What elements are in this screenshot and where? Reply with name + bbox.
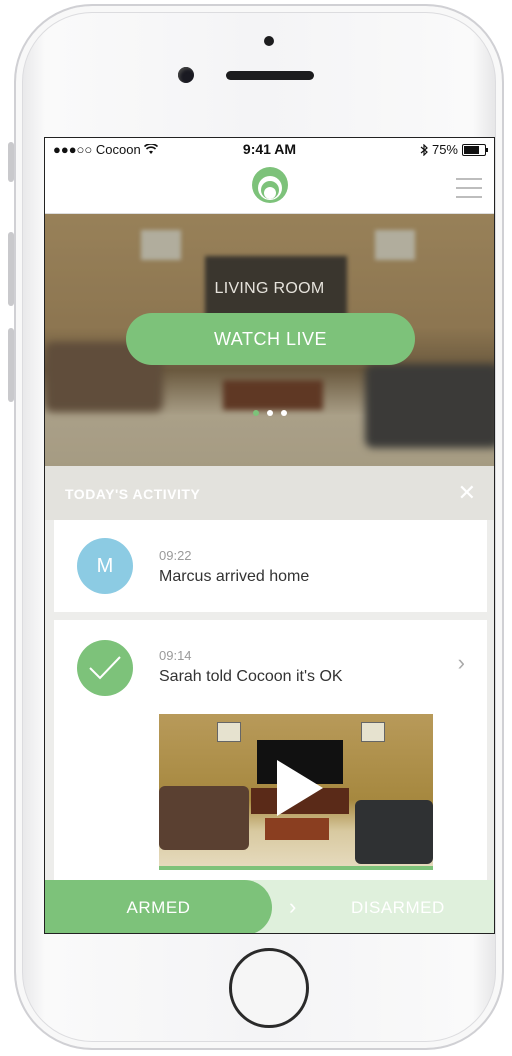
- activity-message: Marcus arrived home: [159, 568, 310, 585]
- activity-header: TODAY'S ACTIVITY ✕: [45, 466, 494, 520]
- status-bar: ●●●○○ Cocoon 9:41 AM 75%: [45, 138, 494, 160]
- volume-up-button: [8, 232, 14, 306]
- activity-time: 09:22: [159, 548, 192, 563]
- activity-message: Sarah told Cocoon it's OK: [159, 668, 343, 685]
- mute-switch: [8, 142, 14, 182]
- activity-item[interactable]: 09:14 Sarah told Cocoon it's OK ›: [54, 620, 487, 882]
- carousel-dot-3[interactable]: [280, 410, 287, 416]
- proximity-sensor: [264, 36, 274, 46]
- video-thumbnail[interactable]: [159, 714, 433, 870]
- earpiece-speaker: [226, 71, 314, 80]
- carousel-dot-2[interactable]: [266, 410, 273, 416]
- nav-bar: [45, 160, 494, 214]
- activity-item[interactable]: M 09:22 Marcus arrived home: [54, 520, 487, 612]
- chevron-right-icon[interactable]: ›: [458, 650, 465, 676]
- armed-button[interactable]: ARMED: [45, 880, 272, 933]
- check-avatar-icon: [77, 640, 133, 696]
- disarmed-button[interactable]: DISARMED: [351, 898, 445, 918]
- battery-indicator: 75%: [420, 142, 488, 157]
- chevron-right-icon: ›: [289, 894, 297, 919]
- play-icon[interactable]: [277, 760, 323, 816]
- cocoon-logo-icon: [252, 167, 288, 203]
- bluetooth-icon: [420, 143, 428, 156]
- carousel-dot-1[interactable]: [252, 410, 259, 416]
- video-progress-bar: [159, 866, 433, 870]
- watch-live-button[interactable]: WATCH LIVE: [126, 313, 415, 365]
- battery-percent: 75%: [431, 142, 458, 157]
- camera-preview: LIVING ROOM WATCH LIVE: [45, 214, 494, 466]
- volume-down-button: [8, 328, 14, 402]
- close-icon[interactable]: ✕: [458, 480, 476, 506]
- activity-title: TODAY'S ACTIVITY: [65, 486, 201, 502]
- app-screen: ●●●○○ Cocoon 9:41 AM 75% LIVING ROOM WAT…: [44, 137, 495, 934]
- hamburger-menu-icon[interactable]: [456, 178, 482, 198]
- home-button[interactable]: [229, 948, 309, 1028]
- arm-toggle[interactable]: ARMED › DISARMED: [45, 880, 494, 933]
- room-label: LIVING ROOM: [214, 280, 325, 297]
- activity-time: 09:14: [159, 648, 192, 663]
- carousel-dots: [45, 410, 494, 416]
- battery-icon: [462, 143, 488, 156]
- front-camera: [178, 67, 194, 83]
- avatar: M: [77, 538, 133, 594]
